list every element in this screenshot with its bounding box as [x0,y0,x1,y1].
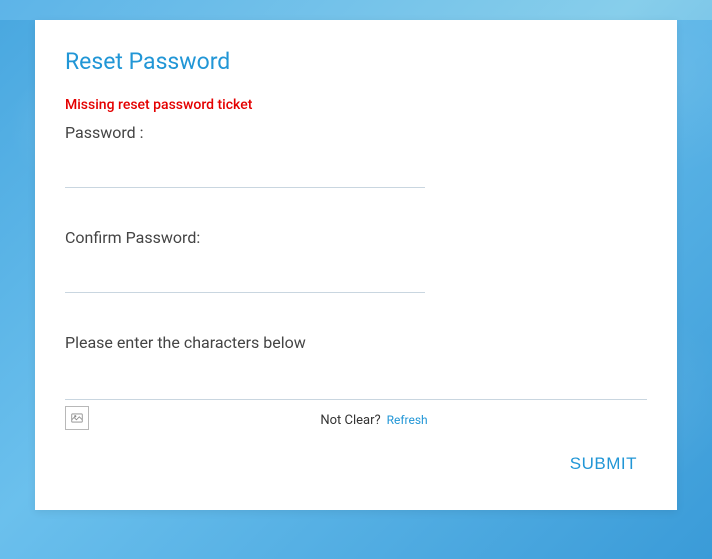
password-label: Password : [65,123,647,142]
captcha-hint: Not Clear? Refresh [101,409,647,428]
captcha-row: Not Clear? Refresh [65,406,647,430]
password-field-group: Password : [65,123,647,188]
captcha-section: Please enter the characters below Not Cl… [65,333,647,430]
broken-image-icon [65,406,89,430]
captcha-input[interactable] [65,366,647,400]
submit-button[interactable]: SUBMIT [560,448,647,480]
confirm-password-field-group: Confirm Password: [65,228,647,293]
captcha-label: Please enter the characters below [65,333,647,352]
confirm-password-label: Confirm Password: [65,228,647,247]
submit-row: SUBMIT [65,448,647,480]
error-message: Missing reset password ticket [65,97,647,113]
confirm-password-input[interactable] [65,255,425,293]
refresh-captcha-link[interactable]: Refresh [387,413,428,427]
not-clear-text: Not Clear? [320,413,380,428]
password-input[interactable] [65,150,425,188]
reset-password-card: Reset Password Missing reset password ti… [35,20,677,510]
page-title: Reset Password [65,48,647,75]
